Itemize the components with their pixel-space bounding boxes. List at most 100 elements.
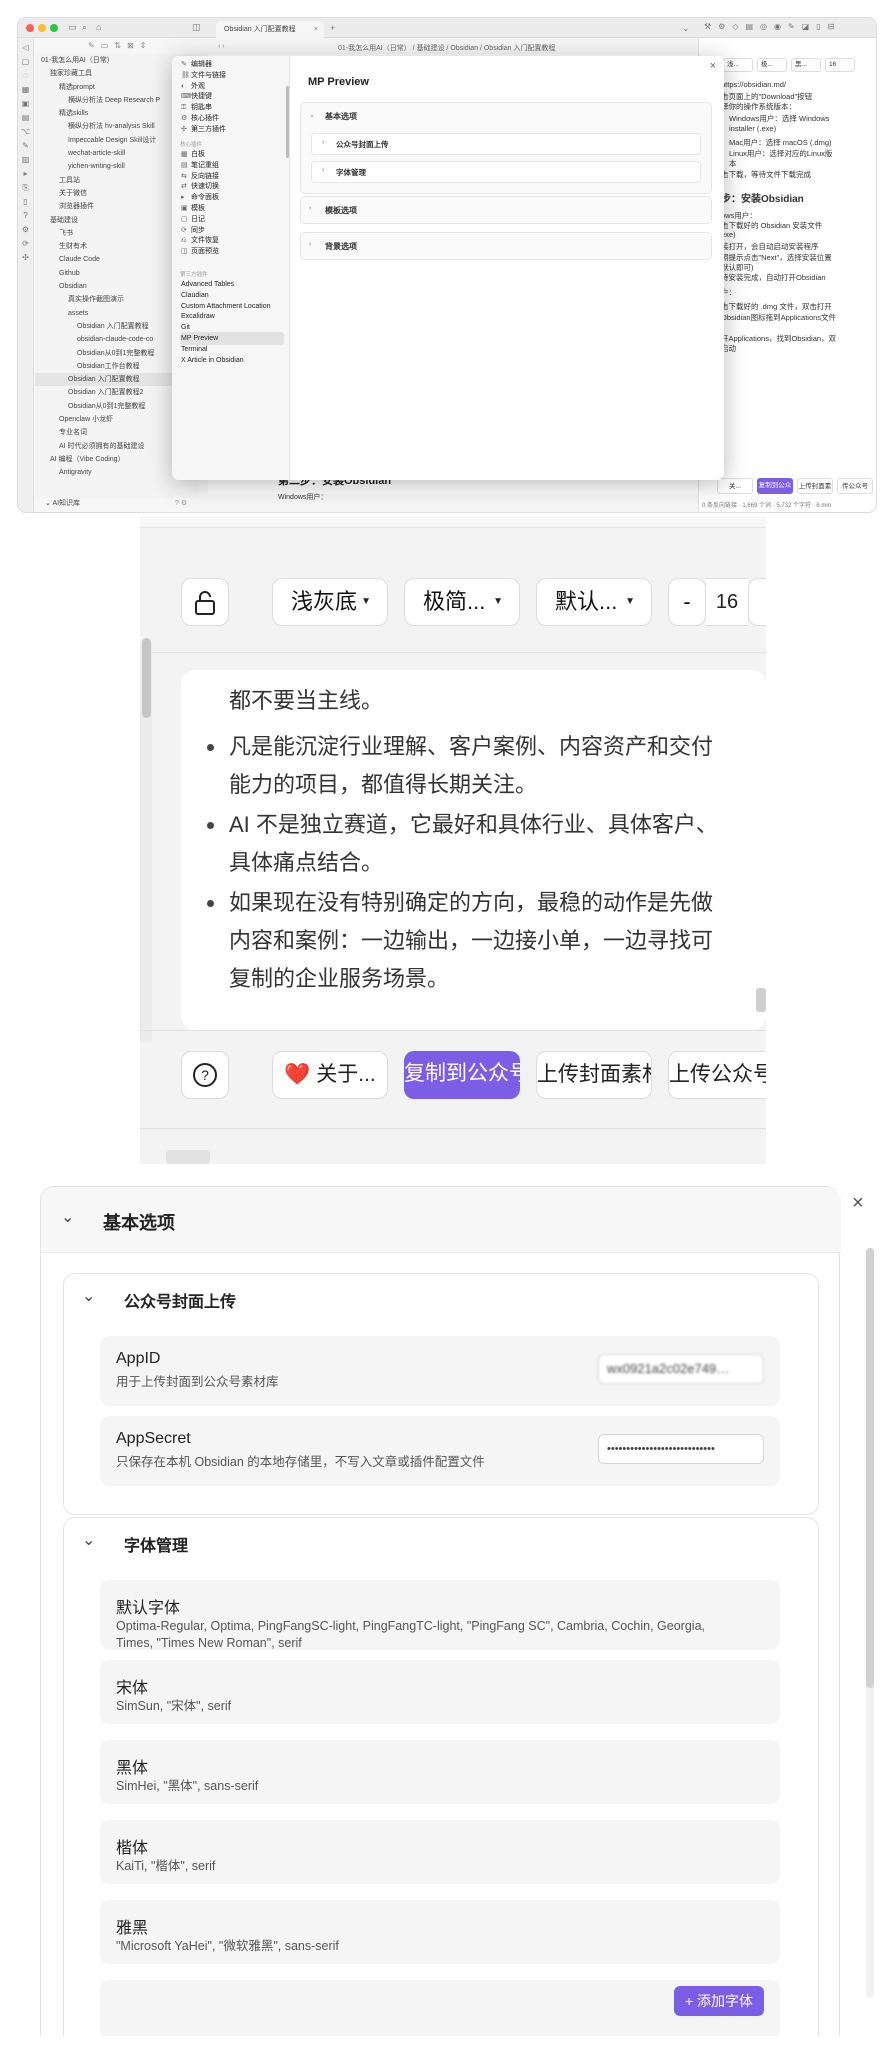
canvas-icon[interactable]: ▦: [18, 86, 33, 94]
copy-to-wechat-button[interactable]: 复制到公众号: [404, 1051, 520, 1099]
help-icon[interactable]: ?: [18, 212, 33, 220]
settings-icon[interactable]: ⚙: [18, 226, 33, 234]
nav-item[interactable]: ◫ 页面预览: [180, 245, 284, 258]
tab-list-icon[interactable]: ⌄: [682, 24, 690, 33]
font-stack: Optima-Regular, Optima, PingFangSC-light…: [116, 1619, 705, 1650]
font-select[interactable]: 默认... ▼: [536, 578, 652, 626]
gutter-scrollbar[interactable]: [142, 638, 151, 718]
files-icon[interactable]: ▢: [18, 58, 33, 66]
subgroup-font-management[interactable]: › 字体管理: [311, 161, 701, 183]
table-icon[interactable]: ▥: [18, 156, 33, 164]
article-scrollbar[interactable]: [756, 988, 766, 1012]
upload-cover-button[interactable]: 上传封面素材: [536, 1051, 652, 1099]
preview-toolbar-control[interactable]: 16: [825, 58, 855, 72]
appid-input[interactable]: wx0921a2c02e749…: [598, 1354, 764, 1384]
nav-item-label: Git: [181, 324, 190, 332]
new-tab-icon[interactable]: +: [330, 24, 335, 33]
preview-action-button[interactable]: 关...: [717, 478, 753, 494]
font-size-increase-button[interactable]: -: [748, 578, 766, 626]
group-basic-options[interactable]: ⌄ 基本选项 › 公众号封面上传 › 字体管理: [300, 102, 712, 194]
settings-page-title: MP Preview: [308, 76, 369, 88]
appsecret-input[interactable]: ••••••••••••••••••••••••••••: [598, 1434, 764, 1464]
font-row: 黑体 SimHei, "黑体", sans-serif: [100, 1740, 780, 1804]
sidebar-toggle-icon[interactable]: ◫: [192, 23, 201, 32]
chevron-down-icon: ⌄: [61, 1209, 75, 1226]
vault-switcher[interactable]: ⌄ AI知识库? ⚙: [35, 496, 205, 512]
template-icon[interactable]: ▤: [18, 114, 33, 122]
preview-toolbar-control[interactable]: 浅...: [723, 58, 753, 72]
nav-item[interactable]: X Article in Obsidian: [180, 354, 284, 367]
close-window-button[interactable]: [26, 24, 34, 32]
cover-upload-title: 公众号封面上传: [124, 1294, 237, 1311]
nav-item-label: Claudian: [181, 291, 209, 299]
theme-select[interactable]: 极简... ▼: [404, 578, 520, 626]
minimize-window-button[interactable]: [38, 24, 46, 32]
chevron-down-icon[interactable]: ⌄: [82, 1530, 95, 1550]
preview-toolbar: 浅... 极... 黑... 16: [703, 58, 875, 74]
select-value: 浅灰底: [291, 589, 358, 614]
bookmark-icon[interactable]: ⌂: [96, 23, 101, 32]
breadcrumb: 01-我怎么用AI（日常） / 基础建设 / Obsidian / Obsidi…: [338, 45, 556, 52]
preview-toolbar-control[interactable]: 黑...: [791, 58, 821, 72]
chevron-down-icon[interactable]: ⌄: [82, 1286, 95, 1306]
list-item: 凡是能沉淀行业理解、客户案例、内容资产和交付能力的项目，都值得长期关注。: [207, 728, 719, 804]
about-button[interactable]: ❤️ 关于...: [272, 1051, 388, 1099]
preview-action-button[interactable]: 上传封面素: [797, 478, 833, 494]
settings-zoom: ⌄ 基本选项 ⌄ 公众号封面上传 AppID 用于上传封面到公众号素材库 wx0…: [40, 1186, 876, 2036]
right-ribbon-icons[interactable]: ⚒⚙◇▤◎◉✎◪▯⊟: [704, 22, 841, 31]
excalidraw-icon[interactable]: ✎: [18, 142, 33, 150]
preview-text-line: 装打开，会自动启动安装程序: [721, 242, 819, 251]
preview-text-line: 本: [729, 159, 737, 168]
doc-icon[interactable]: ▯: [18, 198, 33, 206]
terminal-icon[interactable]: ▸: [18, 170, 33, 178]
tab-obsidian-guide[interactable]: Obsidian 入门配置教程 ×: [216, 21, 324, 38]
preview-text-line: 击下载，等待文件下载完成: [721, 170, 811, 179]
nav-item[interactable]: ✣ 第三方插件: [180, 123, 284, 136]
sync-icon[interactable]: ⟳: [18, 240, 33, 248]
background-select[interactable]: 浅灰底 ▼: [272, 578, 388, 626]
nav-item-label: 快速切换: [191, 183, 219, 191]
preview-action-button[interactable]: 复制到公众: [757, 478, 793, 494]
svg-text:?: ?: [201, 1067, 209, 1083]
preview-toolbar-control[interactable]: 极...: [757, 58, 787, 72]
close-icon[interactable]: ×: [710, 60, 716, 72]
plugin-icon[interactable]: ✣: [18, 254, 33, 262]
basic-options-header[interactable]: ⌄ 基本选项: [41, 1187, 841, 1253]
add-font-button[interactable]: + 添加字体: [674, 1986, 764, 2016]
group-label: 背景选项: [325, 242, 357, 251]
nav-item-label: 反向链接: [191, 172, 219, 180]
file-tree-actions[interactable]: ✎▭⇅⊠⇕: [88, 41, 152, 50]
zoom-window-button[interactable]: [50, 24, 58, 32]
doc-text: Windows用户：: [278, 494, 328, 501]
git-icon[interactable]: ⌥: [18, 128, 33, 136]
nav-item-label: Excalidraw: [181, 313, 215, 321]
scrollbar-thumb[interactable]: [866, 1248, 874, 1688]
font-size-input[interactable]: 16: [706, 578, 748, 626]
history-nav[interactable]: ‹ ›: [218, 43, 225, 50]
settings-nav-scrollbar[interactable]: [286, 86, 289, 158]
help-icon: ?: [193, 1063, 217, 1087]
font-size-decrease-button[interactable]: -: [668, 578, 706, 626]
group-template-options[interactable]: › 模板选项: [300, 196, 712, 224]
folder-icon[interactable]: ▭: [68, 23, 77, 32]
font-stack: KaiTi, "楷体", serif: [116, 1859, 216, 1873]
graph-icon[interactable]: ◌: [18, 72, 33, 80]
lock-icon[interactable]: [181, 578, 229, 626]
settings-content: × MP Preview ⌄ 基本选项 › 公众号封面上传 › 字体管理 › 模…: [290, 56, 724, 480]
subgroup-cover-upload[interactable]: › 公众号封面上传: [311, 133, 701, 155]
help-button[interactable]: ?: [181, 1051, 229, 1099]
close-icon[interactable]: ×: [852, 1192, 864, 1215]
settings-card: ⌄ 基本选项 ⌄ 公众号封面上传 AppID 用于上传封面到公众号素材库 wx0…: [40, 1186, 841, 2036]
subgroup-label: 字体管理: [336, 168, 366, 177]
preview-text-line: 击下载好的 .dmg 文件，双击打开: [721, 302, 832, 311]
publish-icon[interactable]: ⎘: [18, 184, 33, 192]
calendar-icon[interactable]: ▣: [18, 100, 33, 108]
tab-bar: Obsidian 入门配置教程 × +: [216, 18, 676, 38]
mp-preview-zoom: 浅灰底▼ 极简...▼ 默认...▼ - 16 - · 都不要当主线。 凡是能沉…: [128, 516, 766, 1164]
preview-action-button[interactable]: 传公众号: [837, 478, 873, 494]
upload-draft-button[interactable]: 上传公众号草: [668, 1051, 766, 1099]
nav-item-label: 第三方插件: [191, 125, 226, 133]
search-icon[interactable]: ⌕: [82, 23, 87, 32]
nav-icon[interactable]: ◁: [18, 44, 33, 52]
group-background-options[interactable]: › 背景选项: [300, 232, 712, 260]
